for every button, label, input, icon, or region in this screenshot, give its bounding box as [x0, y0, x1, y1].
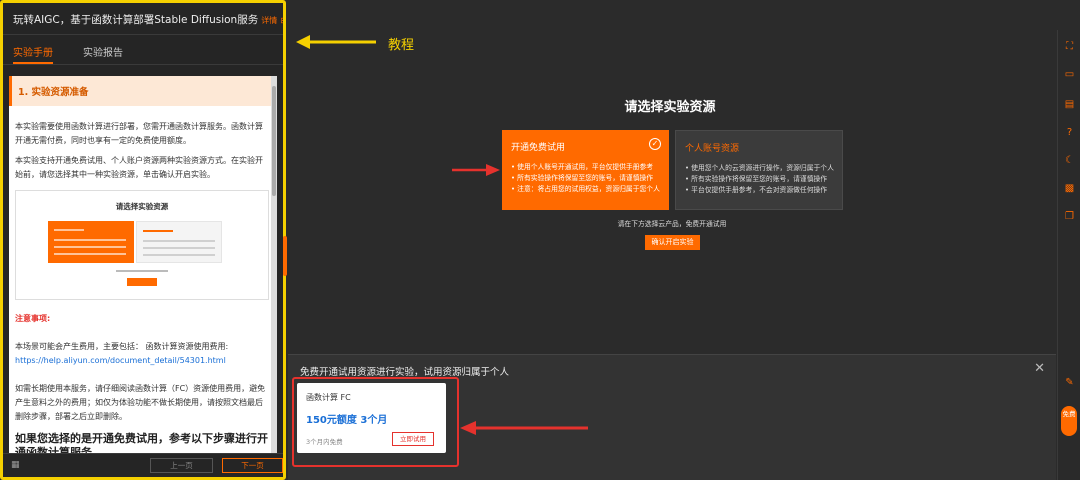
grid-icon[interactable]: ▦: [11, 460, 20, 470]
own-account-title: 个人账号资源: [685, 144, 740, 154]
trial-pane-heading: 免费开通试用资源进行实验，试用资源归属于个人: [300, 367, 510, 378]
doc-link[interactable]: https://help.aliyun.com/document_detail/…: [9, 354, 275, 368]
section-title: 1. 实验资源准备: [9, 76, 275, 106]
page-title: 请选择实验资源: [624, 100, 716, 115]
screens-icon[interactable]: ❐: [1063, 210, 1076, 223]
own-account-line: • 平台仅提供手册参考，不会对资源做任何操作: [685, 186, 828, 194]
preview-line: [143, 240, 215, 242]
free-trial-line: • 使用个人账号开通试用，平台仅提供手册参考: [511, 163, 654, 171]
tab-lab-report[interactable]: 实验报告: [83, 35, 123, 64]
panel-resize-handle[interactable]: [283, 236, 287, 276]
free-trial-line: • 所有实验操作将保留至您的账号，请谨慎操作: [511, 174, 654, 182]
own-account-line: • 所有实验操作将保留至您的账号，请谨慎操作: [685, 175, 828, 183]
manual-footer: ▦ 上一页 下一页: [3, 453, 283, 477]
warning-title: 注意事项:: [15, 314, 51, 323]
product-quota: 150元额度 3个月: [306, 415, 388, 426]
red-arrow-icon: [452, 164, 500, 176]
paragraph-options: 本实验支持开通免费试用、个人账户资源两种实验资源方式。在实验开始前，请您选择其中…: [15, 156, 263, 179]
paragraph-free-trial-steps: 如果您选择的是开通免费试用，参考以下步骤进行开通函数计算服务。: [15, 432, 268, 454]
own-account-card[interactable]: 个人账号资源 • 使用您个人的云资源进行操作，资源归属于个人 • 所有实验操作将…: [675, 130, 843, 210]
product-name: 函数计算 FC: [306, 393, 351, 402]
workspace: 玩转AIGC，基于函数计算部署Stable Diffusion服务详情⊟ 实验手…: [0, 0, 1080, 480]
resource-preview-image: 请选择实验资源: [15, 190, 269, 300]
preview-confirm-button: [127, 278, 157, 286]
free-trial-line: • 注意：将占用您的试用权益，资源归属于您个人: [511, 185, 660, 193]
product-note: 3个月内免费: [306, 438, 343, 446]
detail-icon[interactable]: ⊟: [280, 16, 283, 25]
check-circle-icon: ✓: [649, 138, 661, 150]
help-icon[interactable]: ?: [1063, 126, 1076, 139]
paragraph-intro: 本实验需要使用函数计算进行部署，您需开通函数计算服务。函数计算开通无需付费，同时…: [15, 122, 263, 145]
preview-line: [143, 254, 215, 256]
detail-link[interactable]: 详情: [261, 16, 277, 25]
prev-page-button[interactable]: 上一页: [150, 458, 213, 473]
free-trial-card[interactable]: 开通免费试用 • 使用个人账号开通试用，平台仅提供手册参考 • 所有实验操作将保…: [502, 130, 669, 210]
free-trial-title: 开通免费试用: [511, 143, 566, 153]
manual-header: 玩转AIGC，基于函数计算部署Stable Diffusion服务详情⊟: [3, 3, 283, 35]
manual-scrollbar[interactable]: [271, 76, 277, 454]
paragraph-cost: 本场景可能会产生费用，主要包括： 函数计算资源使用费用:: [15, 342, 229, 351]
preview-free-card: [48, 221, 134, 263]
red-arrow-icon: [460, 421, 588, 435]
preview-own-card: [136, 221, 222, 263]
confirm-start-button[interactable]: 确认开启实验: [645, 235, 700, 250]
trial-products-pane: 免费开通试用资源进行实验，试用资源归属于个人 ✕ 函数计算 FC 150元额度 …: [288, 354, 1056, 480]
manual-content: 1. 实验资源准备 本实验需要使用函数计算进行部署，您需开通函数计算服务。函数计…: [9, 76, 275, 454]
fullscreen-icon[interactable]: ⛶: [1063, 40, 1076, 53]
preview-line: [54, 229, 84, 231]
preview-line: [143, 230, 173, 232]
annotation-arrow-icon: [296, 35, 376, 49]
manual-panel: 玩转AIGC，基于函数计算部署Stable Diffusion服务详情⊟ 实验手…: [0, 0, 286, 480]
free-badge[interactable]: 免费: [1061, 406, 1077, 436]
preview-line: [143, 247, 215, 249]
annotation-label: 教程: [388, 38, 415, 53]
right-toolbar: ⛶ ▭ ▤ ? ☾ ▩ ❐ ✎ 免费: [1057, 30, 1080, 480]
manual-title: 玩转AIGC，基于函数计算部署Stable Diffusion服务: [13, 14, 259, 26]
qrcode-icon[interactable]: ▩: [1063, 182, 1076, 195]
fc-product-card[interactable]: 函数计算 FC 150元额度 3个月 3个月内免费 立即试用: [297, 383, 446, 453]
try-now-button[interactable]: 立即试用: [392, 432, 434, 446]
terminal-icon[interactable]: ▭: [1063, 68, 1076, 81]
preview-note: [116, 270, 168, 272]
preview-line: [54, 246, 126, 248]
tab-lab-manual[interactable]: 实验手册: [13, 35, 53, 64]
next-page-button[interactable]: 下一页: [222, 458, 283, 473]
pick-product-note: 请在下方选择云产品，免费开通试用: [617, 220, 727, 228]
preview-line: [54, 253, 126, 255]
preview-line: [54, 239, 126, 241]
notebook-icon[interactable]: ▤: [1063, 98, 1076, 111]
manual-tabs: 实验手册 实验报告: [3, 35, 283, 65]
edit-icon[interactable]: ✎: [1063, 376, 1076, 389]
own-account-line: • 使用您个人的云资源进行操作，资源归属于个人: [685, 164, 834, 172]
close-icon[interactable]: ✕: [1034, 361, 1045, 376]
scrollbar-thumb[interactable]: [272, 86, 276, 196]
moon-icon[interactable]: ☾: [1063, 154, 1076, 167]
paragraph-long-term: 如需长期使用本服务，请仔细阅读函数计算（FC）资源使用费用，避免产生意料之外的费…: [15, 384, 266, 421]
preview-title: 请选择实验资源: [115, 202, 169, 211]
